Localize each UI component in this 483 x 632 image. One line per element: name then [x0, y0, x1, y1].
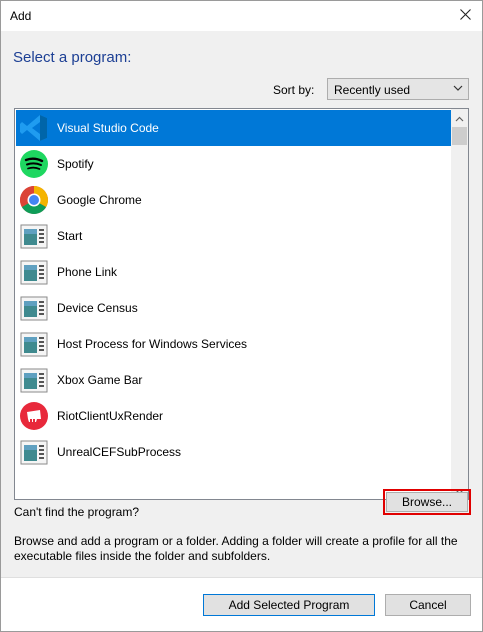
- sort-by-value: Recently used: [334, 83, 411, 97]
- list-item[interactable]: RiotClientUxRender: [16, 398, 452, 434]
- chevron-down-icon: [453, 82, 463, 94]
- list-item[interactable]: Start: [16, 218, 452, 254]
- cant-find-label: Can't find the program?: [14, 505, 140, 519]
- program-name: Google Chrome: [57, 193, 142, 207]
- dialog-footer: Add Selected Program Cancel: [1, 577, 482, 631]
- program-name: Start: [57, 229, 83, 243]
- window-title: Add: [10, 9, 32, 23]
- footer-divider: [1, 577, 482, 578]
- title-bar: Add: [1, 1, 482, 31]
- scroll-up-button[interactable]: [451, 109, 468, 126]
- list-item[interactable]: Device Census: [16, 290, 452, 326]
- list-item[interactable]: Xbox Game Bar: [16, 362, 452, 398]
- list-item[interactable]: Spotify: [16, 146, 452, 182]
- vscode-icon: [19, 113, 49, 143]
- list-item[interactable]: Host Process for Windows Services: [16, 326, 452, 362]
- add-program-dialog: Add Select a program: Sort by: Recently …: [0, 0, 483, 632]
- riot-icon: [19, 401, 49, 431]
- sort-by-label: Sort by:: [273, 83, 315, 97]
- program-list[interactable]: Visual Studio Code Spotify Google Chrome…: [14, 108, 469, 500]
- program-name: Phone Link: [57, 265, 118, 279]
- add-selected-program-button[interactable]: Add Selected Program: [203, 594, 375, 616]
- list-item[interactable]: Visual Studio Code: [16, 110, 452, 146]
- page-title: Select a program:: [13, 49, 132, 66]
- list-item[interactable]: UnrealCEFSubProcess: [16, 434, 452, 470]
- list-scrollbar[interactable]: [451, 109, 468, 499]
- close-icon: [459, 7, 471, 25]
- chevron-up-icon: [455, 111, 464, 125]
- program-name: Spotify: [57, 157, 94, 171]
- generic-app-icon: [19, 293, 49, 323]
- program-name: Device Census: [57, 301, 138, 315]
- generic-app-icon: [19, 257, 49, 287]
- sort-by-dropdown[interactable]: Recently used: [327, 78, 469, 100]
- spotify-icon: [19, 149, 49, 179]
- scroll-thumb[interactable]: [452, 127, 467, 145]
- generic-app-icon: [19, 365, 49, 395]
- generic-app-icon: [19, 437, 49, 467]
- list-item[interactable]: Phone Link: [16, 254, 452, 290]
- dialog-content: Select a program: Sort by: Recently used…: [1, 31, 482, 577]
- chrome-icon: [19, 185, 49, 215]
- program-name: Host Process for Windows Services: [57, 337, 248, 351]
- generic-app-icon: [19, 221, 49, 251]
- cancel-button[interactable]: Cancel: [385, 594, 471, 616]
- list-item[interactable]: Google Chrome: [16, 182, 452, 218]
- close-button[interactable]: [448, 1, 482, 31]
- program-name: Xbox Game Bar: [57, 373, 143, 387]
- program-name: UnrealCEFSubProcess: [57, 445, 182, 459]
- program-name: RiotClientUxRender: [57, 409, 164, 423]
- program-name: Visual Studio Code: [57, 121, 159, 135]
- description-text: Browse and add a program or a folder. Ad…: [14, 534, 458, 563]
- generic-app-icon: [19, 329, 49, 359]
- browse-button[interactable]: Browse...: [386, 492, 468, 512]
